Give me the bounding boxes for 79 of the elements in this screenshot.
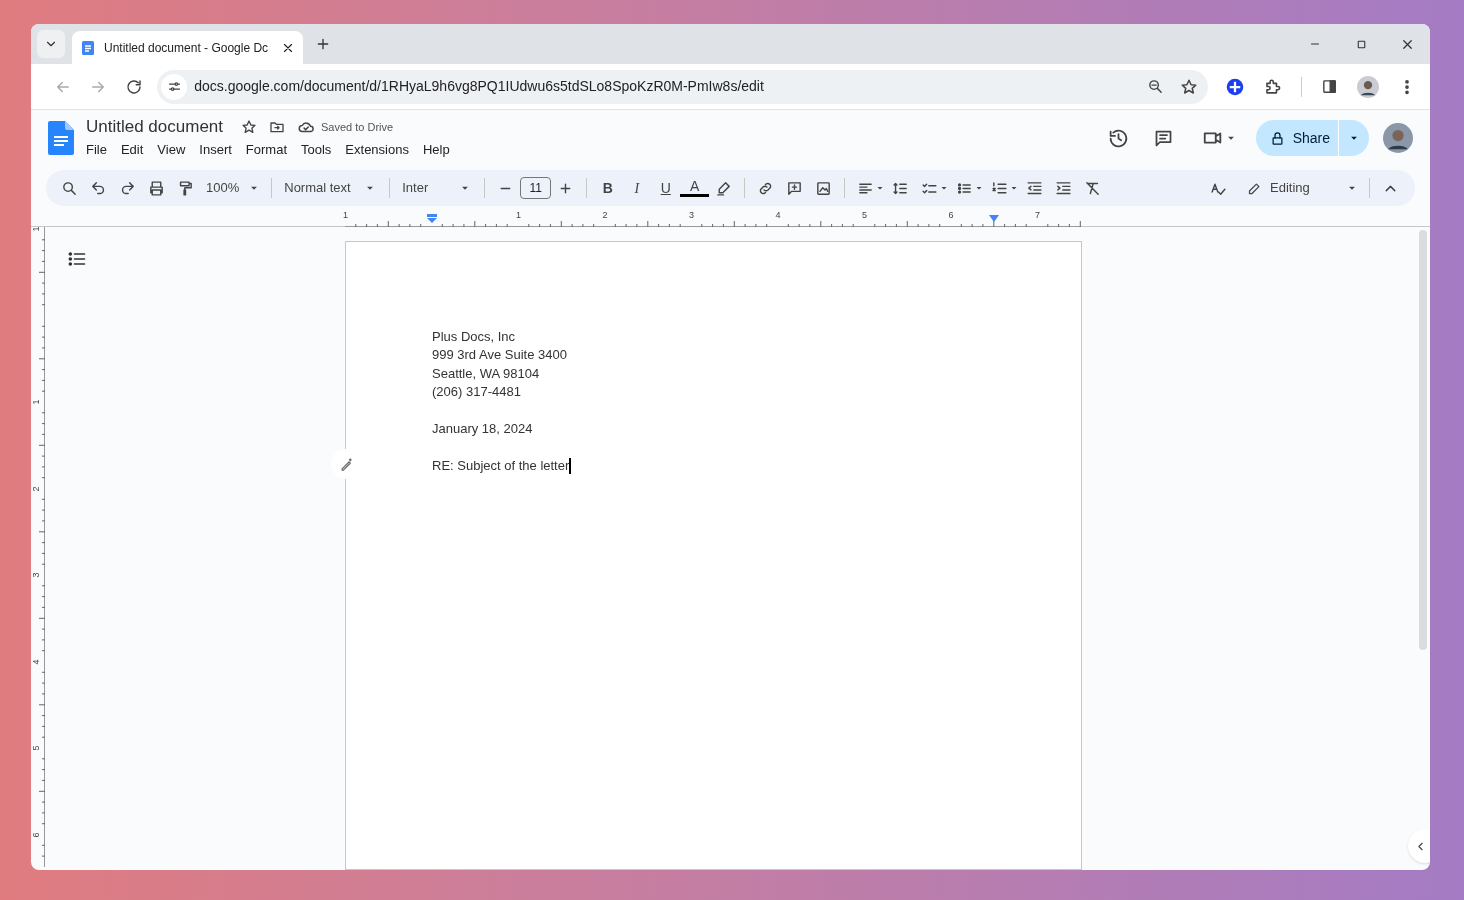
- image-icon[interactable]: [815, 179, 833, 197]
- ruler-number: 5: [862, 210, 867, 220]
- add-comment-icon[interactable]: [786, 179, 804, 197]
- ruler-number: 7: [1035, 210, 1040, 220]
- text-line: Seattle, WA 98104: [432, 364, 540, 383]
- document-icon: [80, 39, 96, 56]
- save-status: Saved to Drive: [321, 119, 394, 135]
- menu-item[interactable]: View: [150, 140, 193, 160]
- print-icon[interactable]: [148, 179, 165, 197]
- bold-button[interactable]: B: [593, 177, 623, 199]
- ruler-number: 6: [948, 210, 954, 220]
- outline-icon[interactable]: [67, 249, 87, 269]
- menu-item[interactable]: Help: [415, 140, 457, 160]
- zoom-dropdown[interactable]: 100%: [206, 178, 266, 198]
- version-history-icon[interactable]: [1107, 127, 1129, 149]
- lock-icon: [1269, 130, 1285, 146]
- side-panel-icon[interactable]: [1321, 78, 1338, 95]
- menu-item[interactable]: Insert: [192, 140, 239, 160]
- menu-item[interactable]: Format: [238, 140, 294, 160]
- search-icon[interactable]: [61, 179, 78, 197]
- text-cursor: [569, 457, 571, 474]
- site-settings-icon[interactable]: [166, 79, 182, 94]
- ruler-number: 4: [31, 659, 41, 664]
- docs-logo-icon[interactable]: [48, 121, 74, 155]
- redo-icon[interactable]: [119, 179, 136, 197]
- reload-icon[interactable]: [124, 77, 143, 96]
- browser-tab[interactable]: Untitled document - Google Dc: [72, 31, 303, 64]
- menu-item[interactable]: File: [79, 140, 114, 160]
- puzzle-icon[interactable]: [1263, 77, 1282, 96]
- increase-indent-icon[interactable]: [1055, 179, 1073, 197]
- ruler-number: 2: [602, 210, 608, 220]
- text-line: RE: Subject of the letter: [432, 457, 570, 475]
- star-icon[interactable]: [1180, 77, 1198, 96]
- text-color-button[interactable]: A: [680, 179, 710, 197]
- menu-item[interactable]: Tools: [294, 140, 339, 160]
- ruler-number: 5: [31, 745, 41, 751]
- indent-marker-icon[interactable]: [987, 215, 1000, 222]
- undo-icon[interactable]: [90, 179, 107, 197]
- text-line: 999 3rd Ave Suite 3400: [432, 346, 567, 364]
- ruler-number: 2: [31, 486, 41, 491]
- move-folder-icon[interactable]: [269, 119, 286, 135]
- profile-avatar[interactable]: [1357, 75, 1379, 98]
- document-title[interactable]: Untitled document: [86, 114, 224, 140]
- magic-pencil-icon: [338, 456, 354, 472]
- zoom-icon[interactable]: [1147, 78, 1164, 95]
- ruler-number: 1: [31, 399, 41, 405]
- pencil-icon: [1247, 180, 1262, 196]
- star-icon[interactable]: [241, 119, 258, 135]
- extension-icon[interactable]: [1226, 77, 1244, 96]
- address-bar[interactable]: docs.google.com/document/d/1RHyaL9h6vg8PQ1IUdwu6s5tdSLo8SpoKzR0M-PmIw8s/edit: [157, 69, 1208, 104]
- underline-button[interactable]: U: [651, 177, 681, 199]
- style-dropdown[interactable]: Normal text: [278, 178, 384, 198]
- menu-item[interactable]: Edit: [113, 140, 151, 160]
- share-button[interactable]: Share: [1255, 120, 1369, 156]
- decrease-indent-icon[interactable]: [1026, 179, 1044, 197]
- clear-formatting-icon[interactable]: [1084, 179, 1102, 197]
- text-line: January 18, 2024: [432, 420, 533, 438]
- url-text: docs.google.com/document/d/1RHyaL9h6vg8PQ1IUdwu6s5tdSLo8SpoKzR0M-PmIw8s/edit: [194, 77, 765, 96]
- tab-title: Untitled document - Google Dc: [104, 39, 270, 57]
- ruler-number: 1: [516, 210, 521, 220]
- ruler-number: 3: [689, 210, 694, 220]
- font-dropdown[interactable]: Inter: [396, 178, 479, 198]
- ruler-number: 1: [343, 210, 348, 220]
- ruler-number: 4: [775, 210, 781, 220]
- highlighter-icon[interactable]: [715, 179, 733, 197]
- indent-marker-icon[interactable]: [425, 214, 438, 223]
- scrollbar[interactable]: [1419, 230, 1427, 650]
- ruler-number: 3: [31, 572, 41, 578]
- italic-button[interactable]: I: [622, 177, 652, 199]
- font-size-field[interactable]: 11: [520, 177, 552, 199]
- new-tab-icon[interactable]: [315, 36, 331, 52]
- editing-mode-dropdown[interactable]: Editing: [1243, 178, 1363, 198]
- paint-format-icon[interactable]: [177, 179, 194, 197]
- text-line: (206) 317-4481: [432, 383, 521, 401]
- account-avatar[interactable]: [1383, 123, 1413, 153]
- ruler-number: 1: [31, 227, 41, 232]
- ruler-number: 6: [31, 832, 41, 837]
- text-line: Plus Docs, Inc: [432, 327, 516, 346]
- menu-item[interactable]: Extensions: [338, 140, 416, 160]
